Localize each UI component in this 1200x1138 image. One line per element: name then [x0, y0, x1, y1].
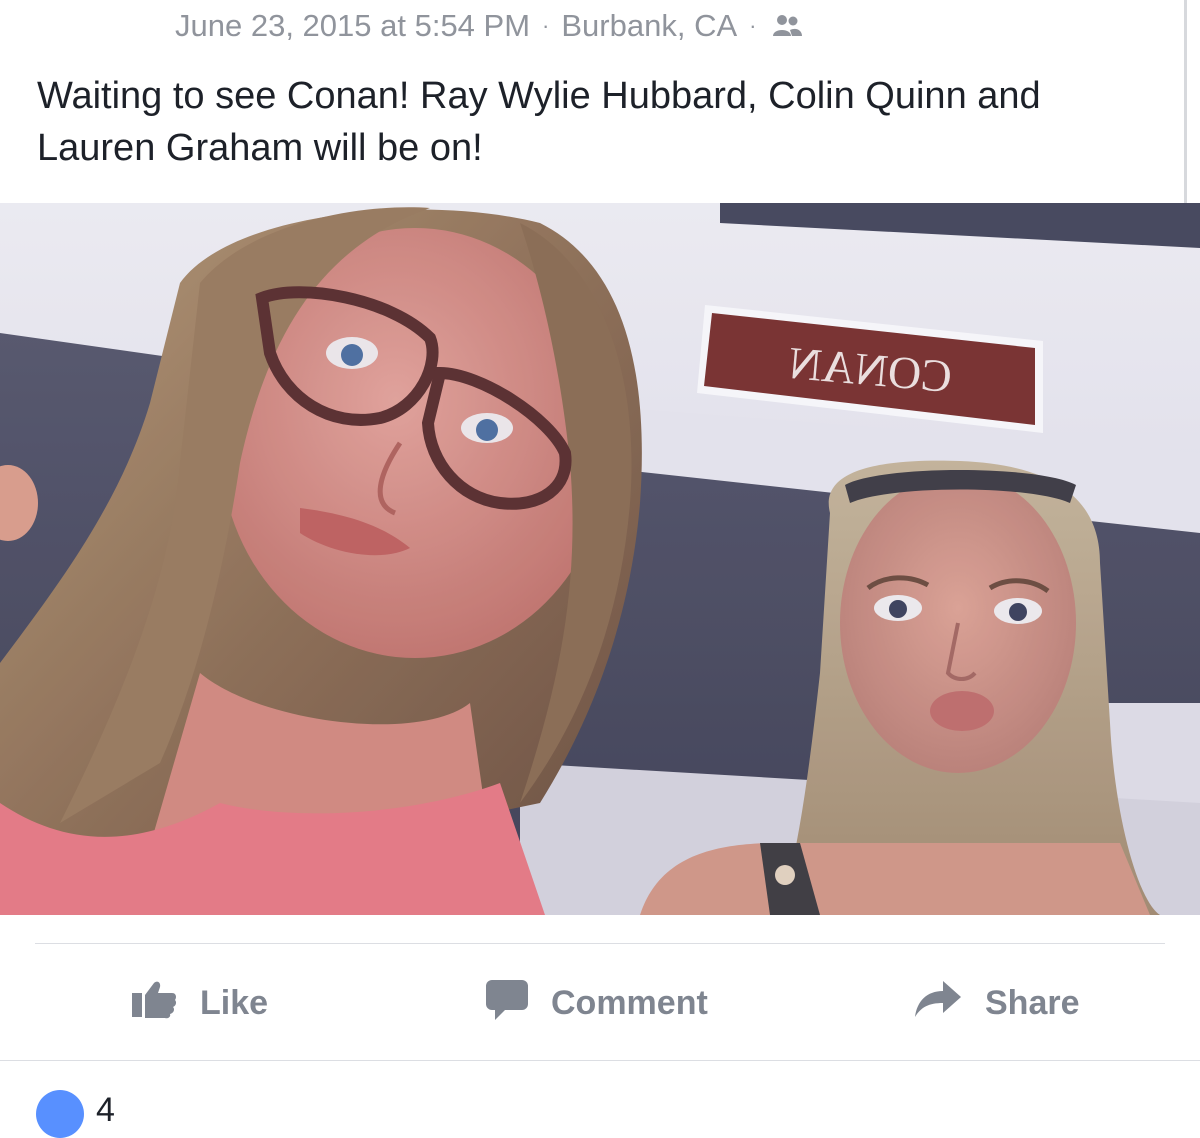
comment-label: Comment — [551, 983, 708, 1022]
share-label: Share — [985, 983, 1080, 1022]
meta-separator: · — [749, 13, 757, 38]
comment-bubble-icon — [485, 978, 529, 1029]
post-photo[interactable]: CONAN — [0, 203, 1200, 915]
action-bar: Like Comment Share — [0, 965, 1200, 1041]
meta-separator: · — [542, 13, 550, 38]
share-button[interactable]: Share — [913, 965, 1080, 1041]
post-location[interactable]: Burbank, CA — [561, 8, 737, 44]
action-divider-top — [35, 943, 1165, 944]
photo-illustration: CONAN — [0, 203, 1200, 915]
like-button[interactable]: Like — [130, 965, 268, 1041]
thumbs-up-icon — [130, 979, 178, 1028]
comment-button[interactable]: Comment — [485, 965, 708, 1041]
post-meta: June 23, 2015 at 5:54 PM · Burbank, CA · — [175, 8, 804, 44]
like-label: Like — [200, 983, 269, 1022]
reactions-summary[interactable]: 4 — [36, 1090, 115, 1138]
scrollbar-edge — [1184, 0, 1187, 205]
friends-icon[interactable] — [770, 11, 804, 41]
action-divider-bottom — [0, 1060, 1200, 1061]
post-text: Waiting to see Conan! Ray Wylie Hubbard,… — [37, 75, 1041, 169]
reaction-count: 4 — [96, 1091, 115, 1129]
post-card: June 23, 2015 at 5:54 PM · Burbank, CA ·… — [0, 0, 1200, 1138]
like-reaction-icon — [36, 1090, 84, 1138]
share-arrow-icon — [913, 979, 963, 1028]
post-timestamp[interactable]: June 23, 2015 at 5:54 PM — [175, 8, 530, 44]
